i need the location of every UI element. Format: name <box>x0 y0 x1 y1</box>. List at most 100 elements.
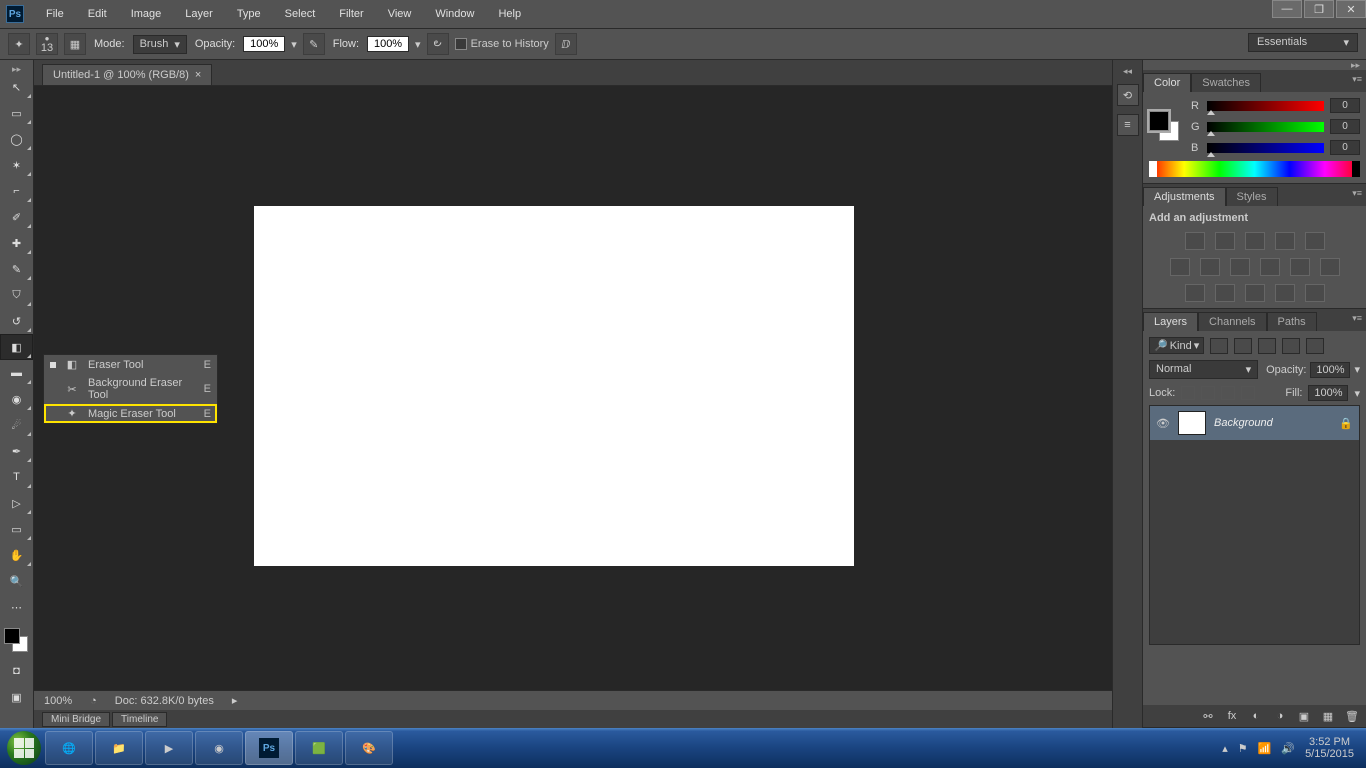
taskbar-paint[interactable]: 🎨 <box>345 731 393 765</box>
taskbar-chrome[interactable]: ◉ <box>195 731 243 765</box>
properties-panel-icon[interactable]: ≡ <box>1117 114 1139 136</box>
color-spectrum[interactable] <box>1149 161 1360 177</box>
adj-exposure-icon[interactable] <box>1275 232 1295 250</box>
tab-mini-bridge[interactable]: Mini Bridge <box>42 712 110 727</box>
path-select-tool[interactable]: ▷ <box>0 490 33 516</box>
flow-field[interactable]: 100% <box>367 36 409 52</box>
pressure-opacity-icon[interactable]: ✎ <box>303 33 325 55</box>
filter-adjust-icon[interactable] <box>1234 338 1252 354</box>
type-tool[interactable]: T <box>0 464 33 490</box>
zoom-tool[interactable]: 🔍 <box>0 568 33 594</box>
adj-vibrance-icon[interactable] <box>1305 232 1325 250</box>
flyout-background-eraser-tool[interactable]: ✂Background Eraser ToolE <box>44 374 217 404</box>
brush-preset-picker[interactable]: ●13 <box>36 33 58 55</box>
taskbar-photoshop[interactable]: Ps <box>245 731 293 765</box>
taskbar-explorer[interactable]: 📁 <box>95 731 143 765</box>
workspace-switcher[interactable]: Essentials▾ <box>1248 33 1358 52</box>
menu-edit[interactable]: Edit <box>78 4 117 24</box>
marquee-tool[interactable]: ▭ <box>0 100 33 126</box>
pressure-size-icon[interactable]: ⅅ <box>555 33 577 55</box>
adj-curves-icon[interactable] <box>1245 232 1265 250</box>
adj-levels-icon[interactable] <box>1215 232 1235 250</box>
gradient-tool[interactable]: ▬ <box>0 360 33 386</box>
mask-icon[interactable]: ◐ <box>1248 710 1264 722</box>
filter-smart-icon[interactable] <box>1306 338 1324 354</box>
layer-opacity-field[interactable]: 100% <box>1310 362 1350 378</box>
flow-menu-icon[interactable]: ▾ <box>415 38 421 51</box>
lock-position-icon[interactable] <box>1221 386 1235 400</box>
filter-type-icon[interactable] <box>1258 338 1276 354</box>
layer-filter-kind[interactable]: 🔎 Kind ▾ <box>1149 337 1204 354</box>
menu-view[interactable]: View <box>378 4 422 24</box>
document-tab[interactable]: Untitled-1 @ 100% (RGB/8)× <box>42 64 212 85</box>
adj-balance-icon[interactable] <box>1200 258 1220 276</box>
taskbar-media[interactable]: ▶ <box>145 731 193 765</box>
adj-channel-mixer-icon[interactable] <box>1290 258 1310 276</box>
toolbox-expand-icon[interactable]: ▸▸ <box>0 64 33 74</box>
maximize-button[interactable]: ❐ <box>1304 0 1334 18</box>
minimize-button[interactable]: — <box>1272 0 1302 18</box>
lock-pixels-icon[interactable] <box>1201 386 1215 400</box>
blur-tool[interactable]: ◉ <box>0 386 33 412</box>
airbrush-icon[interactable]: ౿ <box>427 33 449 55</box>
status-menu-icon[interactable]: ▸ <box>232 694 238 707</box>
tab-timeline[interactable]: Timeline <box>112 712 167 727</box>
menu-layer[interactable]: Layer <box>175 4 223 24</box>
shape-tool[interactable]: ▭ <box>0 516 33 542</box>
blend-mode-dropdown[interactable]: Normal▾ <box>1149 360 1258 379</box>
dock-expand-icon[interactable]: ◂◂ <box>1123 66 1132 76</box>
tray-volume-icon[interactable]: 🔊 <box>1281 742 1295 755</box>
opacity-field[interactable]: 100% <box>243 36 285 52</box>
adj-hue-icon[interactable] <box>1170 258 1190 276</box>
panels-collapse-icon[interactable]: ▸▸ <box>1143 60 1366 70</box>
adj-posterize-icon[interactable] <box>1215 284 1235 302</box>
close-tab-icon[interactable]: × <box>195 69 201 81</box>
color-swatches[interactable] <box>0 626 33 658</box>
tab-channels[interactable]: Channels <box>1198 312 1266 331</box>
erase-history-checkbox[interactable]: Erase to History <box>455 38 549 50</box>
new-layer-icon[interactable]: ▦ <box>1320 710 1336 723</box>
screen-mode-icon[interactable]: ▣ <box>0 684 33 710</box>
color-panel-menu-icon[interactable]: ▾≡ <box>1352 74 1362 85</box>
layer-thumbnail[interactable] <box>1178 411 1206 435</box>
edit-toolbar[interactable]: ⋯ <box>0 594 33 620</box>
tab-paths[interactable]: Paths <box>1267 312 1317 331</box>
menu-select[interactable]: Select <box>275 4 326 24</box>
brush-tool[interactable]: ✎ <box>0 256 33 282</box>
taskbar-ie[interactable]: 🌐 <box>45 731 93 765</box>
quick-mask-icon[interactable]: ◘ <box>0 658 33 684</box>
menu-help[interactable]: Help <box>488 4 531 24</box>
r-value[interactable]: 0 <box>1330 98 1360 113</box>
tab-styles[interactable]: Styles <box>1226 187 1278 206</box>
quick-select-tool[interactable]: ✶ <box>0 152 33 178</box>
lock-transparent-icon[interactable] <box>1181 386 1195 400</box>
adj-lookup-icon[interactable] <box>1320 258 1340 276</box>
layer-item[interactable]: 👁 Background 🔒 <box>1150 406 1359 440</box>
history-brush-tool[interactable]: ↺ <box>0 308 33 334</box>
r-slider[interactable] <box>1207 101 1324 111</box>
canvas[interactable] <box>254 206 854 566</box>
tray-network-icon[interactable]: 📶 <box>1258 742 1272 755</box>
group-icon[interactable]: ▣ <box>1296 710 1312 723</box>
filter-pixel-icon[interactable] <box>1210 338 1228 354</box>
fx-icon[interactable]: fx <box>1224 710 1240 722</box>
hand-tool[interactable]: ✋ <box>0 542 33 568</box>
opacity-menu-icon[interactable]: ▾ <box>291 38 297 51</box>
close-button[interactable]: ✕ <box>1336 0 1366 18</box>
menu-type[interactable]: Type <box>227 4 271 24</box>
menu-file[interactable]: File <box>36 4 74 24</box>
eraser-tool[interactable]: ◧ <box>0 334 33 360</box>
lock-all-icon[interactable] <box>1241 386 1255 400</box>
flyout-eraser-tool[interactable]: ◧Eraser ToolE <box>44 355 217 374</box>
stamp-tool[interactable]: ⛉ <box>0 282 33 308</box>
taskbar-app-green[interactable]: 🟩 <box>295 731 343 765</box>
adj-gradient-map-icon[interactable] <box>1275 284 1295 302</box>
adj-invert-icon[interactable] <box>1185 284 1205 302</box>
adjustments-panel-menu-icon[interactable]: ▾≡ <box>1352 188 1362 199</box>
tab-color[interactable]: Color <box>1143 73 1191 92</box>
fill-field[interactable]: 100% <box>1308 385 1348 401</box>
delete-layer-icon[interactable]: 🗑 <box>1344 710 1360 723</box>
crop-tool[interactable]: ⌐ <box>0 178 33 204</box>
flyout-magic-eraser-tool[interactable]: ✦Magic Eraser ToolE <box>44 404 217 423</box>
adj-bw-icon[interactable] <box>1230 258 1250 276</box>
